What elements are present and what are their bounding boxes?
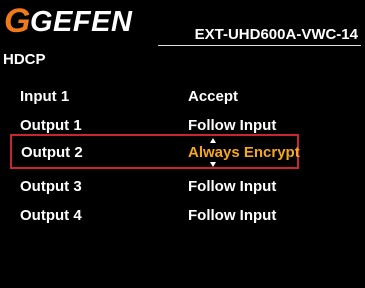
row-label: Output 1 [20, 117, 82, 134]
row-label: Output 4 [20, 207, 82, 224]
row-value: Follow Input [188, 178, 277, 195]
row-label: Input 1 [20, 88, 70, 105]
row-label: Output 2 [21, 144, 83, 161]
row-value: Always Encrypt [188, 144, 300, 161]
arrow-down-icon[interactable] [210, 162, 216, 167]
section-title: HDCP [3, 51, 46, 68]
header: G GEFEN EXT-UHD600A-VWC-14 [0, 0, 365, 50]
model-number: EXT-UHD600A-VWC-14 [194, 26, 358, 43]
row-label: Output 3 [20, 178, 82, 195]
menu-row-input-1[interactable]: Input 1 Accept [0, 84, 365, 110]
menu-row-output-2-selected[interactable]: Output 2 Always Encrypt [10, 134, 300, 169]
menu-row-output-4[interactable]: Output 4 Follow Input [0, 203, 365, 229]
row-value: Accept [188, 88, 239, 105]
logo-g-mark: G [4, 2, 31, 40]
row-value: Follow Input [188, 117, 277, 134]
arrow-up-icon[interactable] [210, 138, 216, 143]
menu-row-output-3[interactable]: Output 3 Follow Input [0, 174, 365, 200]
row-value: Follow Input [188, 207, 277, 224]
header-divider [158, 45, 361, 46]
logo-wordmark: GEFEN [30, 6, 133, 38]
